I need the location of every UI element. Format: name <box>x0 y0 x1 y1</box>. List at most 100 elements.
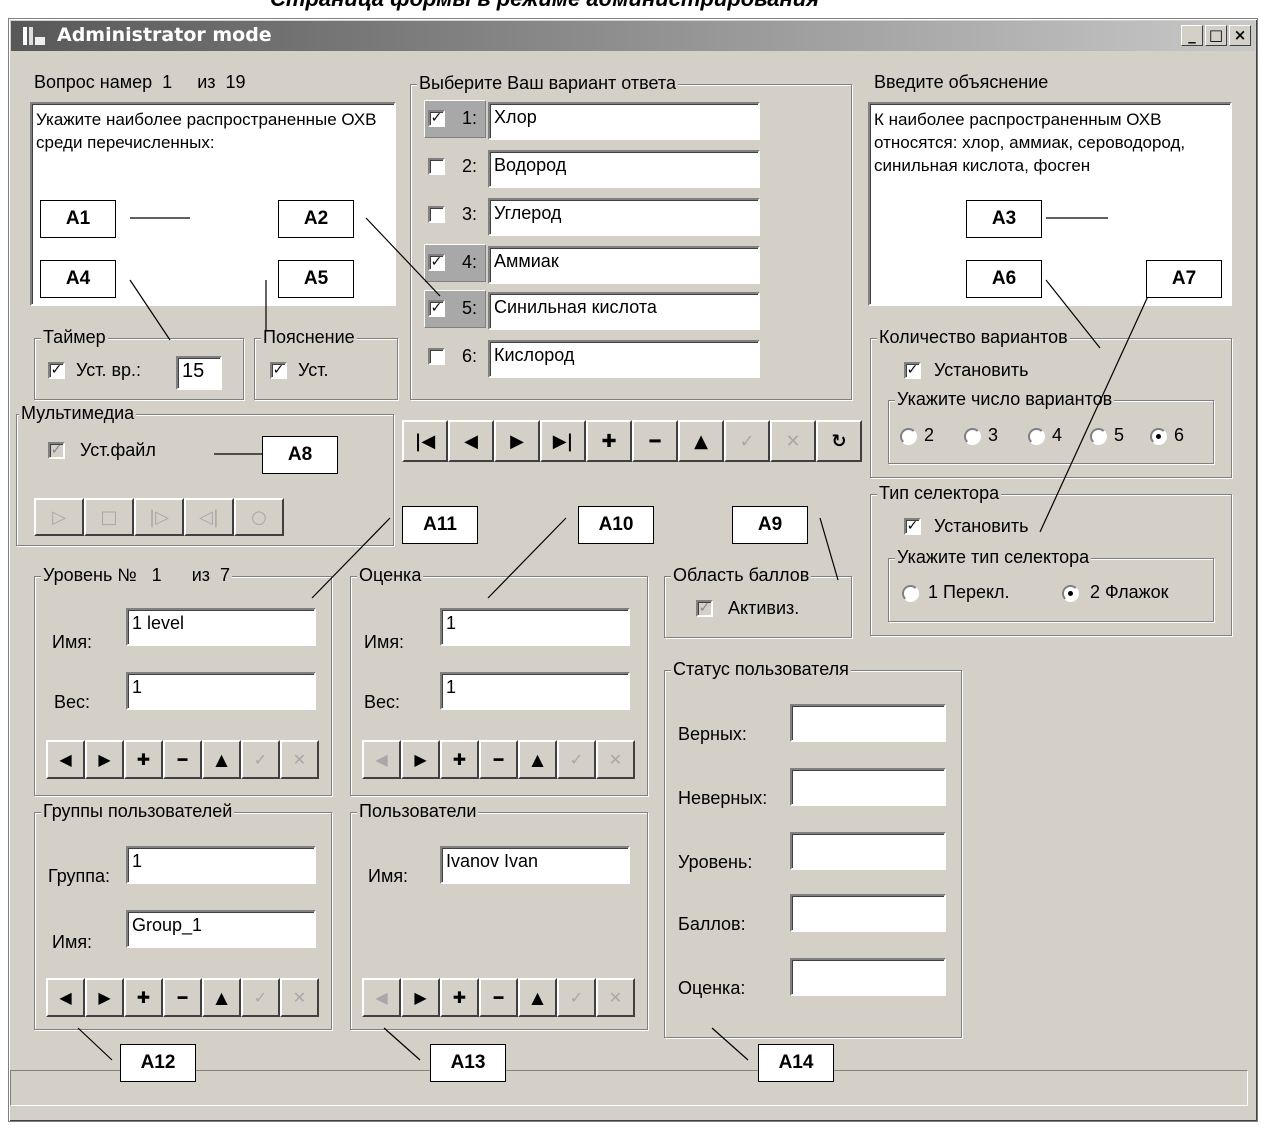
answer-checkbox[interactable]: ✓ <box>428 254 445 271</box>
status-field-value <box>790 958 946 996</box>
user-groups-prev-button[interactable]: ◀ <box>46 978 85 1017</box>
level-name-label: Имя: <box>52 632 93 652</box>
selector-kind-legend: Укажите тип селектора <box>895 547 1092 568</box>
add-question-button[interactable]: ✚ <box>586 420 632 462</box>
callout-a1: A1 <box>40 200 116 238</box>
variant-radio[interactable] <box>964 428 981 445</box>
grade-weight-label: Вес: <box>364 692 401 712</box>
grade-edit-button[interactable]: ▲ <box>518 740 557 779</box>
grade-name-label: Имя: <box>364 632 405 652</box>
callout-a11: A11 <box>402 506 478 544</box>
answer-checkbox[interactable] <box>428 158 445 175</box>
callout-a4: A4 <box>40 260 116 298</box>
users-edit-button[interactable]: ▲ <box>518 978 557 1017</box>
media-play-button[interactable]: ▷ <box>34 498 84 536</box>
edit-question-button[interactable]: ▲ <box>678 420 724 462</box>
variants-count-checkbox[interactable]: ✓ <box>904 362 921 379</box>
next-question-button[interactable]: ▶ <box>494 420 540 462</box>
user-groups-edit-button[interactable]: ▲ <box>202 978 241 1017</box>
explanation-label: Введите объяснение <box>874 72 1049 92</box>
answer-checkbox[interactable]: ✓ <box>428 300 445 317</box>
minimize-button[interactable]: _ <box>1181 25 1203 46</box>
selector-type-check-label: Установить <box>934 516 1029 536</box>
level-cancel-button[interactable]: ✕ <box>280 740 319 779</box>
media-record-button[interactable]: ○ <box>234 498 284 536</box>
users-prev-button[interactable]: ◀ <box>362 978 401 1017</box>
grade-name-input[interactable]: 1 <box>440 608 630 646</box>
level-total: 7 <box>220 565 231 585</box>
answers-legend: Выберите Ваш вариант ответа <box>417 73 678 94</box>
status-field-value <box>790 894 946 932</box>
grade-cancel-button[interactable]: ✕ <box>596 740 635 779</box>
answer-checkbox[interactable] <box>428 348 445 365</box>
selector-type-legend: Тип селектора <box>877 483 1002 504</box>
cancel-question-button[interactable]: ✕ <box>770 420 816 462</box>
media-step-forward-button[interactable]: |▷ <box>134 498 184 536</box>
user-groups-add-button[interactable]: ✚ <box>124 978 163 1017</box>
users-post-button[interactable]: ✓ <box>557 978 596 1017</box>
media-stop-button[interactable]: □ <box>84 498 134 536</box>
level-next-button[interactable]: ▶ <box>85 740 124 779</box>
answer-checkbox[interactable]: ✓ <box>428 110 445 127</box>
title-bar[interactable]: Administrator mode _ □ × <box>11 21 1255 51</box>
hint-checkbox[interactable]: ✓ <box>270 362 287 379</box>
timer-checkbox[interactable]: ✓ <box>48 362 65 379</box>
level-add-button[interactable]: ✚ <box>124 740 163 779</box>
answer-text-input[interactable]: Аммиак <box>488 246 760 284</box>
selector-radio-checkbox[interactable] <box>1062 585 1079 602</box>
users-delete-button[interactable]: ━ <box>479 978 518 1017</box>
refresh-icon[interactable]: ↻ <box>816 420 862 462</box>
selector-option-checkbox-label: 2 Флажок <box>1090 582 1169 602</box>
grade-post-button[interactable]: ✓ <box>557 740 596 779</box>
variant-radio[interactable] <box>1090 428 1107 445</box>
answer-text-input[interactable]: Углерод <box>488 198 760 236</box>
users-next-button[interactable]: ▶ <box>401 978 440 1017</box>
answer-checkbox[interactable] <box>428 206 445 223</box>
media-step-back-button[interactable]: ◁| <box>184 498 234 536</box>
variant-radio[interactable] <box>900 428 917 445</box>
first-question-button[interactable]: |◀ <box>402 420 448 462</box>
score-area-checkbox[interactable]: ✓ <box>696 600 713 617</box>
selector-type-checkbox[interactable]: ✓ <box>904 518 921 535</box>
users-cancel-button[interactable]: ✕ <box>596 978 635 1017</box>
status-field-value <box>790 832 946 870</box>
close-button[interactable]: × <box>1229 25 1251 46</box>
grade-next-button[interactable]: ▶ <box>401 740 440 779</box>
answer-text-input[interactable]: Хлор <box>488 102 760 140</box>
multimedia-checkbox[interactable]: ✓ <box>48 442 65 459</box>
grade-weight-input[interactable]: 1 <box>440 672 630 710</box>
selector-radio-switch[interactable] <box>902 585 919 602</box>
level-prev-button[interactable]: ◀ <box>46 740 85 779</box>
grade-add-button[interactable]: ✚ <box>440 740 479 779</box>
level-edit-button[interactable]: ▲ <box>202 740 241 779</box>
grade-delete-button[interactable]: ━ <box>479 740 518 779</box>
answer-text-input[interactable]: Водород <box>488 150 760 188</box>
user-groups-delete-button[interactable]: ━ <box>163 978 202 1017</box>
grade-legend: Оценка <box>357 565 424 586</box>
answer-text-input[interactable]: Кислород <box>488 340 760 378</box>
user-groups-next-button[interactable]: ▶ <box>85 978 124 1017</box>
maximize-button[interactable]: □ <box>1205 25 1227 46</box>
prev-question-button[interactable]: ◀ <box>448 420 494 462</box>
users-add-button[interactable]: ✚ <box>440 978 479 1017</box>
post-question-button[interactable]: ✓ <box>724 420 770 462</box>
level-name-input[interactable]: 1 level <box>126 608 316 646</box>
variant-radio[interactable] <box>1150 428 1167 445</box>
variant-radio[interactable] <box>1028 428 1045 445</box>
user-group-name-input[interactable]: Group_1 <box>126 910 316 948</box>
delete-question-button[interactable]: ━ <box>632 420 678 462</box>
level-weight-input[interactable]: 1 <box>126 672 316 710</box>
status-field-label: Неверных: <box>678 788 768 808</box>
variant-radio-label: 6 <box>1174 425 1185 445</box>
answer-text-input[interactable]: Синильная кислота <box>488 292 760 330</box>
user-groups-post-button[interactable]: ✓ <box>241 978 280 1017</box>
timer-value-input[interactable]: 15 <box>176 356 222 390</box>
user-groups-cancel-button[interactable]: ✕ <box>280 978 319 1017</box>
user-group-input[interactable]: 1 <box>126 846 316 884</box>
grade-prev-button[interactable]: ◀ <box>362 740 401 779</box>
window-title: Administrator mode <box>57 24 272 46</box>
users-name-input[interactable]: Ivanov Ivan <box>440 846 630 884</box>
level-delete-button[interactable]: ━ <box>163 740 202 779</box>
last-question-button[interactable]: ▶| <box>540 420 586 462</box>
level-post-button[interactable]: ✓ <box>241 740 280 779</box>
